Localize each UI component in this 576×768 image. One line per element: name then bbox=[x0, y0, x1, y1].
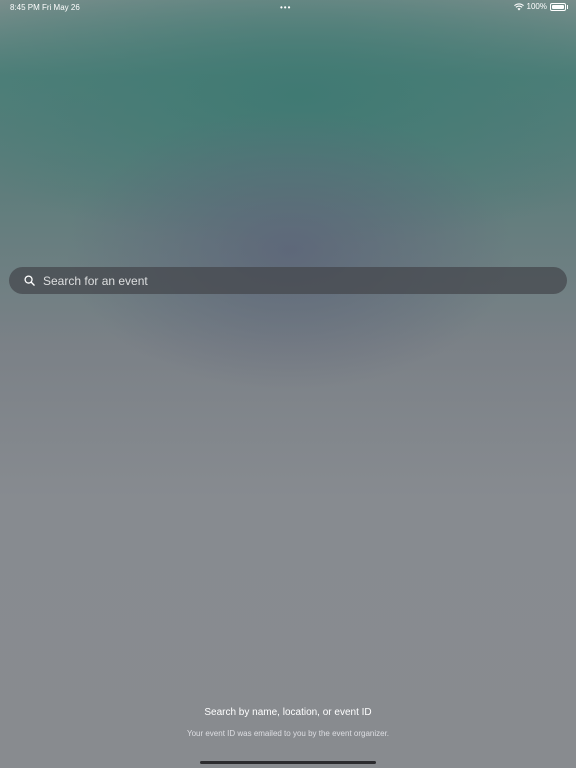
background bbox=[0, 0, 576, 768]
status-bar: 8:45 PM Fri May 26 ••• 100% bbox=[0, 0, 576, 14]
home-indicator[interactable] bbox=[200, 761, 376, 764]
multitasking-dots[interactable]: ••• bbox=[280, 3, 291, 12]
battery-icon bbox=[550, 2, 568, 11]
search-bar[interactable] bbox=[9, 267, 567, 294]
search-icon bbox=[23, 275, 35, 287]
status-right: 100% bbox=[513, 2, 568, 11]
hint-subtitle: Your event ID was emailed to you by the … bbox=[186, 729, 390, 738]
status-time: 8:45 PM bbox=[10, 3, 40, 12]
status-date: Fri May 26 bbox=[42, 3, 80, 12]
wifi-icon bbox=[513, 2, 524, 11]
search-input[interactable] bbox=[43, 273, 567, 288]
hint-title: Search by name, location, or event ID bbox=[204, 707, 372, 718]
battery-percent: 100% bbox=[526, 2, 547, 11]
